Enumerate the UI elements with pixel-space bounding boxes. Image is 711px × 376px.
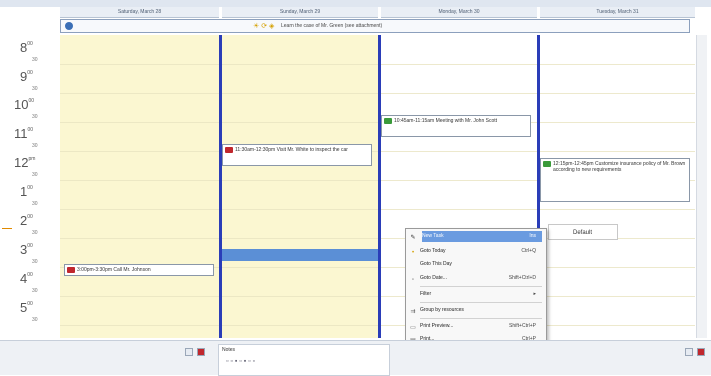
notes-label: Notes (222, 347, 236, 353)
menu-item-group-by-resources[interactable]: ⇉ Group by resources (410, 305, 542, 316)
notes-toolbar-icons[interactable]: ▫ ▫ ▪ ▫ ▪ ▫ ▫ (226, 358, 255, 365)
appointment-red-icon (67, 267, 75, 273)
appointment-green-icon (543, 161, 551, 167)
half-hour-label: 30 (32, 288, 38, 294)
close-panel-icon[interactable] (197, 348, 205, 356)
current-time-marker (2, 228, 12, 229)
goto-today-icon: • (411, 250, 415, 256)
column-divider (378, 35, 381, 338)
hour-label: 500 (20, 300, 33, 315)
menu-item-label: Print Preview... (420, 323, 454, 329)
half-hour-label: 30 (32, 86, 38, 92)
day-header-tuesday[interactable]: Tuesday, March 31 (540, 7, 695, 18)
menu-separator (420, 286, 542, 287)
day-column-sunday[interactable] (222, 35, 378, 338)
menu-item-shortcut: Ins (529, 233, 536, 239)
appointment-call-johnson[interactable]: 3:00pm-3:30pm Call Mr. Johnson (64, 264, 214, 276)
hour-label: 100 (20, 184, 33, 199)
hour-label: 1000 (14, 97, 35, 112)
half-hour-label: 30 (32, 317, 38, 323)
appointment-meeting-scott[interactable]: 10:45am-11:15am Meeting with Mr. John Sc… (381, 115, 531, 137)
group-icon: ⇉ (410, 309, 416, 315)
menu-separator (420, 302, 542, 303)
menu-item-goto-date[interactable]: ▫ Goto Date... Shift+Ctrl+D (412, 273, 542, 284)
appointment-text: 12:15pm-12:45pm Customize insurance poli… (553, 161, 686, 173)
calendar-icon: ▫ (411, 277, 415, 283)
half-hour-label: 30 (32, 172, 38, 178)
half-hour-label: 30 (32, 201, 38, 207)
all-day-event-text: Learn the case of Mr. Green (see attachm… (281, 23, 383, 29)
menu-item-goto-this-day[interactable]: Goto This Day (420, 259, 542, 270)
appointment-text: 11:30am-12:30pm Visit Mr. White to inspe… (235, 147, 348, 153)
context-menu: ✎ New Task Ins • Goto Today Ctrl+Q Goto … (405, 228, 547, 348)
day-header-sunday[interactable]: Sunday, March 29 (222, 7, 378, 18)
hour-label: 1100 (14, 126, 34, 141)
hour-label: 800 (20, 40, 33, 55)
hour-label: 12pm (14, 155, 36, 170)
hour-label: 300 (20, 242, 33, 257)
menu-item-shortcut: Shift+Ctrl+P (509, 323, 536, 329)
submenu-arrow-icon: ▸ (533, 291, 536, 297)
day-header-monday[interactable]: Monday, March 30 (381, 7, 537, 18)
menu-item-label: Filter (420, 291, 432, 297)
half-hour-label: 30 (32, 143, 38, 149)
appointment-visit-white[interactable]: 11:30am-12:30pm Visit Mr. White to inspe… (222, 144, 372, 166)
menu-item-label: Goto This Day (420, 261, 452, 267)
half-hour-label: 30 (32, 114, 38, 120)
globe-icon (65, 22, 73, 30)
menu-item-print-preview[interactable]: ▭ Print Preview... Shift+Ctrl+P (410, 321, 542, 332)
half-hour-label: 30 (32, 57, 38, 63)
menu-item-new-task[interactable]: ✎ New Task Ins (410, 231, 542, 242)
appointment-text: 10:45am-11:15am Meeting with Mr. John Sc… (394, 118, 498, 124)
menu-item-goto-today[interactable]: • Goto Today Ctrl+Q (412, 246, 542, 257)
print-preview-icon: ▭ (410, 325, 416, 331)
top-strip (0, 0, 711, 7)
close-panel-icon-right[interactable] (697, 348, 705, 356)
menu-item-label: Group by resources (420, 307, 464, 313)
new-task-icon: ✎ (410, 235, 416, 241)
event-icons: ☀ ⟳ ◈ (253, 23, 275, 30)
all-day-event-bar[interactable]: ☀ ⟳ ◈ Learn the case of Mr. Green (see a… (60, 19, 690, 33)
pin-icon-right[interactable] (685, 348, 693, 356)
menu-separator (420, 318, 542, 319)
menu-item-filter[interactable]: Filter ▸ (420, 289, 542, 300)
hour-label: 400 (20, 271, 33, 286)
menu-item-shortcut: Shift+Ctrl+D (508, 275, 536, 281)
pin-icon[interactable] (185, 348, 193, 356)
menu-item-label: New Task (422, 233, 444, 239)
half-hour-label: 30 (32, 259, 38, 265)
appointment-green-icon (384, 118, 392, 124)
hour-label: 200 (20, 213, 33, 228)
menu-item-label: Goto Date... (420, 275, 447, 281)
hour-label: 900 (20, 69, 33, 84)
appointment-insurance-brown[interactable]: 12:15pm-12:45pm Customize insurance poli… (540, 158, 690, 202)
half-hour-label: 30 (32, 230, 38, 236)
day-header-saturday[interactable]: Saturday, March 28 (60, 7, 219, 18)
vertical-scrollbar[interactable] (696, 35, 707, 338)
default-resource-box[interactable]: Default (548, 224, 618, 240)
menu-item-label: Goto Today (420, 248, 446, 254)
appointment-text: 3:00pm-3:30pm Call Mr. Johnson (77, 267, 151, 273)
day-column-saturday[interactable] (60, 35, 219, 338)
column-divider (219, 35, 222, 338)
menu-item-shortcut: Ctrl+Q (521, 248, 536, 254)
selected-time-slot[interactable] (222, 249, 378, 261)
appointment-red-icon (225, 147, 233, 153)
